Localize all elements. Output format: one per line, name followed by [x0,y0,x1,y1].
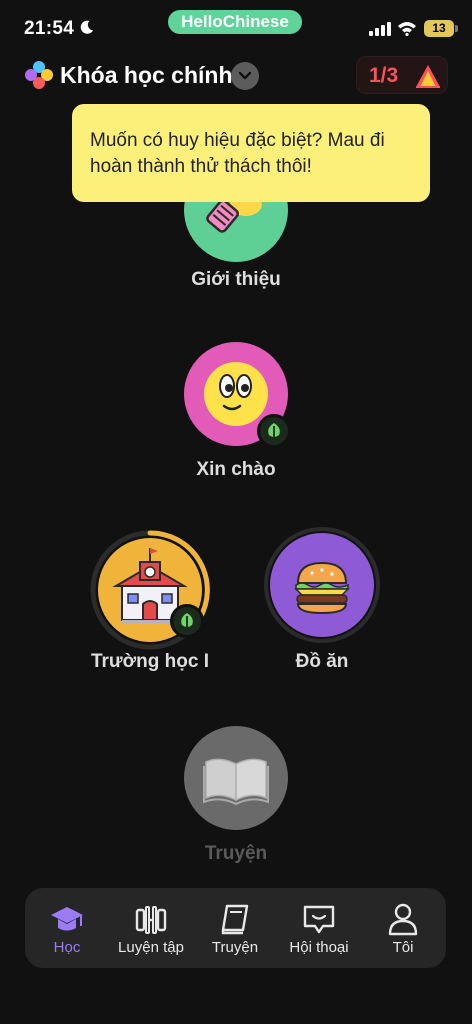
nav-label: Luyện tập [118,939,184,956]
lesson-label: Xin chào [196,459,276,480]
nav-label: Hội thoại [289,939,349,956]
course-dropdown-button[interactable] [231,62,259,90]
person-icon [388,903,418,936]
status-bar: 21:54 HelloChinese 13 [0,0,472,56]
lesson-xin-chao[interactable]: Xin chào [184,342,291,482]
leaf-badge [170,604,204,638]
lesson-label: Truyện [204,843,268,864]
signal-icon [369,22,391,36]
course-title[interactable]: Khóa học chính [60,60,233,90]
lesson-label: Giới thiệu [191,269,281,290]
nav-tab-truyen[interactable]: Truyện [193,888,277,968]
lesson-label: Trường học I [90,651,210,672]
nav-tab-toi[interactable]: Tôi [361,888,445,968]
challenge-icon [416,65,440,88]
challenge-progress-button[interactable]: 1/3 [356,56,448,94]
chevron-down-icon [238,71,252,80]
nav-tab-luyen-tap[interactable]: Luyện tập [109,888,193,968]
battery-tip [455,25,458,32]
lesson-circle[interactable] [184,726,288,830]
lesson-truyen[interactable]: Truyện [184,726,288,866]
chat-bubble-icon [303,905,335,934]
nav-label: Học [53,939,81,956]
course-logo-icon [25,61,53,89]
nav-label: Truyện [211,939,259,956]
badge-challenge-tooltip[interactable]: Muốn có huy hiệu đặc biệt? Mau đi hoàn t… [72,104,430,202]
book-icon [221,904,249,935]
course-header: Khóa học chính 1/3 [0,56,472,96]
burger-icon [294,561,350,615]
open-book-icon [203,758,269,806]
status-time: 21:54 [24,18,75,39]
app-name-pill: HelloChinese [168,10,302,34]
nav-label: Tôi [392,939,414,956]
dumbbell-icon [135,906,167,934]
leaf-icon [268,423,280,439]
leaf-icon [181,613,193,629]
nav-tab-hoc[interactable]: Học [25,888,109,968]
challenge-progress-text: 1/3 [369,64,399,87]
bottom-navigation: Học Luyện tập Truyện Hội thoại Tôi [25,888,446,968]
lesson-circle[interactable] [270,533,374,637]
lesson-do-an[interactable]: Đồ ăn [263,526,381,678]
leaf-badge [257,414,291,448]
battery-indicator: 13 [424,20,454,37]
nav-tab-hoi-thoai[interactable]: Hội thoại [277,888,361,968]
wifi-icon [398,22,416,36]
lesson-label: Đồ ăn [295,651,349,672]
lesson-truong-hoc-1[interactable]: Trường học I [90,530,210,678]
graduation-cap-icon [51,907,83,931]
moon-icon [80,20,94,34]
